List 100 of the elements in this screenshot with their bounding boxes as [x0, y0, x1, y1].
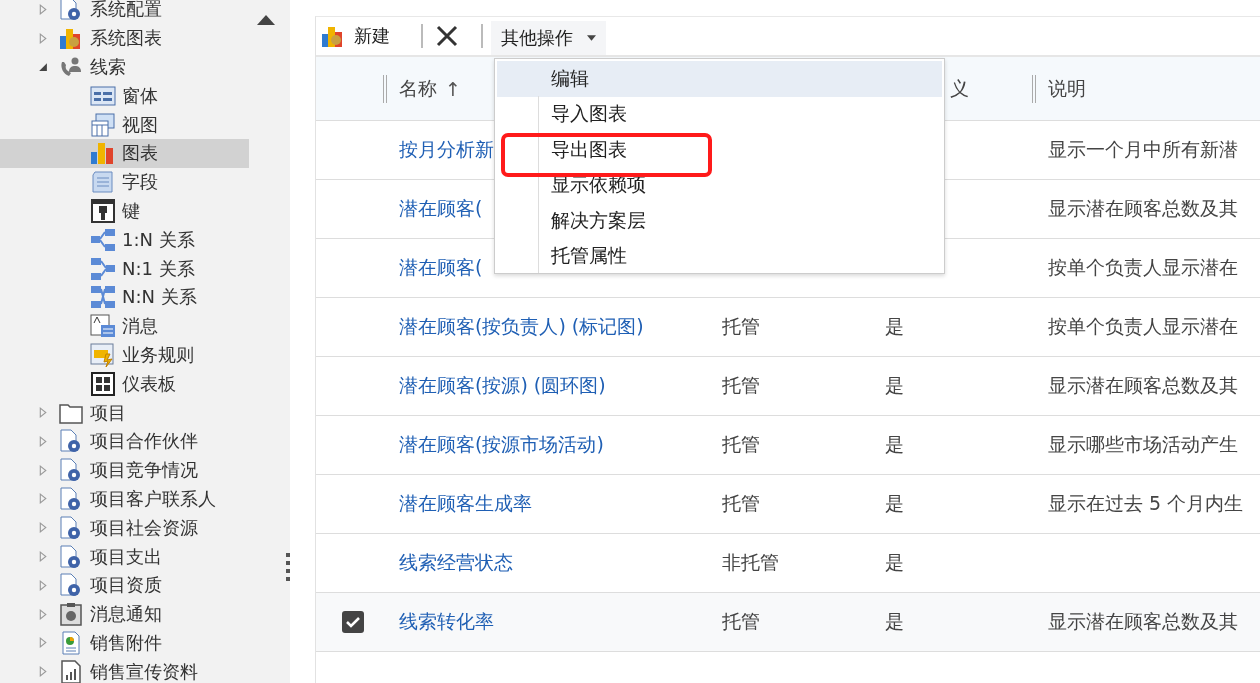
expand-icon[interactable]	[37, 579, 48, 591]
chart-name-link[interactable]: 潜在顾客(	[399, 197, 483, 219]
table-cell: 显示哪些市场活动产生	[1048, 433, 1238, 455]
chart-name-link[interactable]: 潜在顾客(按负责人) (标记图)	[399, 315, 644, 337]
table-row[interactable]: 潜在顾客(按负责人) (标记图) 托管 是 按单个负责人显示潜在	[316, 298, 1260, 357]
chart-name-link[interactable]: 潜在顾客(	[399, 256, 483, 278]
tree-item[interactable]: 销售宣传资料	[0, 657, 249, 683]
table-cell: 非托管	[722, 551, 779, 573]
tree-item[interactable]: 系统配置	[0, 0, 249, 24]
expand-icon[interactable]	[37, 551, 48, 563]
tree-item[interactable]: 项目资质	[0, 570, 249, 600]
clipboard-icon	[58, 601, 84, 628]
table-cell: 显示在过去 5 个月内生	[1048, 492, 1244, 514]
expand-icon[interactable]	[37, 32, 48, 44]
column-header[interactable]: 义	[950, 75, 969, 102]
tree-item[interactable]: N:N 关系	[0, 282, 249, 312]
expand-icon[interactable]	[37, 493, 48, 505]
table-cell: 是	[885, 433, 904, 455]
chart-name-link[interactable]: 潜在顾客(按源市场活动)	[399, 433, 604, 455]
menu-item[interactable]: 托管属性	[497, 238, 942, 274]
expand-icon[interactable]	[37, 522, 48, 534]
dashboard-icon	[90, 370, 116, 397]
table-cell: 显示潜在顾客总数及其	[1048, 610, 1238, 632]
bar-chart-icon	[90, 140, 116, 167]
table-cell: 显示一个月中所有新潜	[1048, 138, 1238, 160]
tree-item[interactable]: 1:N 关系	[0, 225, 249, 255]
table-cell: 显示潜在顾客总数及其	[1048, 374, 1238, 396]
menu-item[interactable]: 导出图表	[497, 132, 942, 168]
table-cell: 托管	[722, 610, 760, 632]
expand-icon[interactable]	[37, 435, 48, 447]
column-header[interactable]: 名称	[399, 75, 437, 102]
tree-item[interactable]: 视图	[0, 110, 249, 139]
new-button[interactable]: 新建	[320, 19, 396, 53]
menu-item[interactable]: 导入图表	[497, 96, 942, 132]
column-header[interactable]: 说明	[1048, 75, 1086, 102]
table-cell: 是	[885, 610, 904, 632]
checkbox[interactable]	[341, 611, 364, 633]
expand-icon[interactable]	[37, 464, 48, 476]
tree-item[interactable]: 字段	[0, 167, 249, 197]
scroll-up-icon[interactable]	[257, 15, 275, 25]
more-actions-button[interactable]: 其他操作	[491, 21, 606, 55]
collapse-icon[interactable]	[37, 61, 48, 73]
tree-item[interactable]: 图表	[0, 139, 249, 168]
tree-item[interactable]: 线索	[0, 52, 249, 82]
table-row[interactable]: 线索转化率 托管 是 显示潜在顾客总数及其	[316, 593, 1260, 652]
table-cell: 是	[885, 492, 904, 514]
tree-item[interactable]: 项目	[0, 398, 249, 427]
splitter-grip-icon[interactable]	[286, 553, 290, 581]
column-resize-handle[interactable]	[383, 75, 387, 103]
tree-item[interactable]: N:1 关系	[0, 254, 249, 283]
tree-item[interactable]: 业务规则	[0, 340, 249, 370]
message-icon	[90, 313, 116, 340]
tree-item[interactable]: 窗体	[0, 81, 249, 111]
tree-item[interactable]: 项目社会资源	[0, 513, 249, 543]
document-icon	[90, 169, 116, 196]
table-cell: 托管	[722, 315, 760, 337]
tree-item[interactable]: 系统图表	[0, 23, 249, 53]
expand-icon[interactable]	[37, 637, 48, 649]
expand-icon[interactable]	[37, 3, 48, 15]
expand-icon[interactable]	[37, 608, 48, 620]
chart-name-link[interactable]: 按月分析新	[399, 138, 494, 160]
tree-item[interactable]: 项目支出	[0, 542, 249, 571]
chart-name-link[interactable]: 潜在顾客生成率	[399, 492, 532, 514]
table-cell: 是	[885, 551, 904, 573]
table-cell: 是	[885, 374, 904, 396]
tree-item[interactable]: 消息通知	[0, 599, 249, 629]
relation-icon	[90, 226, 116, 253]
chart-name-link[interactable]: 线索转化率	[399, 610, 494, 632]
tree-item[interactable]: 项目客户联系人	[0, 484, 249, 514]
report-icon	[58, 658, 84, 683]
tree-item[interactable]: 仪表板	[0, 369, 249, 399]
table-row[interactable]: 潜在顾客(按源) (圆环图) 托管 是 显示潜在顾客总数及其	[316, 357, 1260, 416]
tree-item[interactable]: 项目合作伙伴	[0, 426, 249, 456]
expand-icon[interactable]	[37, 666, 48, 678]
table-row[interactable]: 潜在顾客生成率 托管 是 显示在过去 5 个月内生	[316, 475, 1260, 534]
caret-icon	[587, 35, 596, 41]
column-resize-handle[interactable]	[1032, 75, 1036, 103]
key-icon	[90, 197, 116, 224]
chart-name-link[interactable]: 潜在顾客(按源) (圆环图)	[399, 374, 606, 396]
table-cell: 是	[885, 315, 904, 337]
delete-icon[interactable]	[436, 25, 458, 47]
table-cell: 按单个负责人显示潜在	[1048, 315, 1238, 337]
tree-item[interactable]: 键	[0, 196, 249, 226]
sort-arrow[interactable]: ↑	[445, 77, 461, 100]
table-cell: 托管	[722, 374, 760, 396]
table-cell: 显示潜在顾客总数及其	[1048, 197, 1238, 219]
table-cell: 托管	[722, 433, 760, 455]
menu-item[interactable]: 解决方案层	[497, 203, 942, 239]
chart-name-link[interactable]: 线索经营状态	[399, 551, 513, 573]
expand-icon[interactable]	[37, 407, 48, 419]
relation-icon	[90, 255, 116, 282]
table-cell: 按单个负责人显示潜在	[1048, 256, 1238, 278]
tree-item[interactable]: 销售附件	[0, 628, 249, 658]
relation-icon	[90, 284, 116, 311]
menu-item[interactable]: 编辑	[497, 61, 942, 97]
tree-item[interactable]: 项目竞争情况	[0, 455, 249, 485]
table-cell: 托管	[722, 492, 760, 514]
view-icon	[90, 111, 116, 138]
tree-item[interactable]: 消息	[0, 311, 249, 341]
table-row[interactable]: 潜在顾客(按源市场活动) 托管 是 显示哪些市场活动产生	[316, 416, 1260, 475]
